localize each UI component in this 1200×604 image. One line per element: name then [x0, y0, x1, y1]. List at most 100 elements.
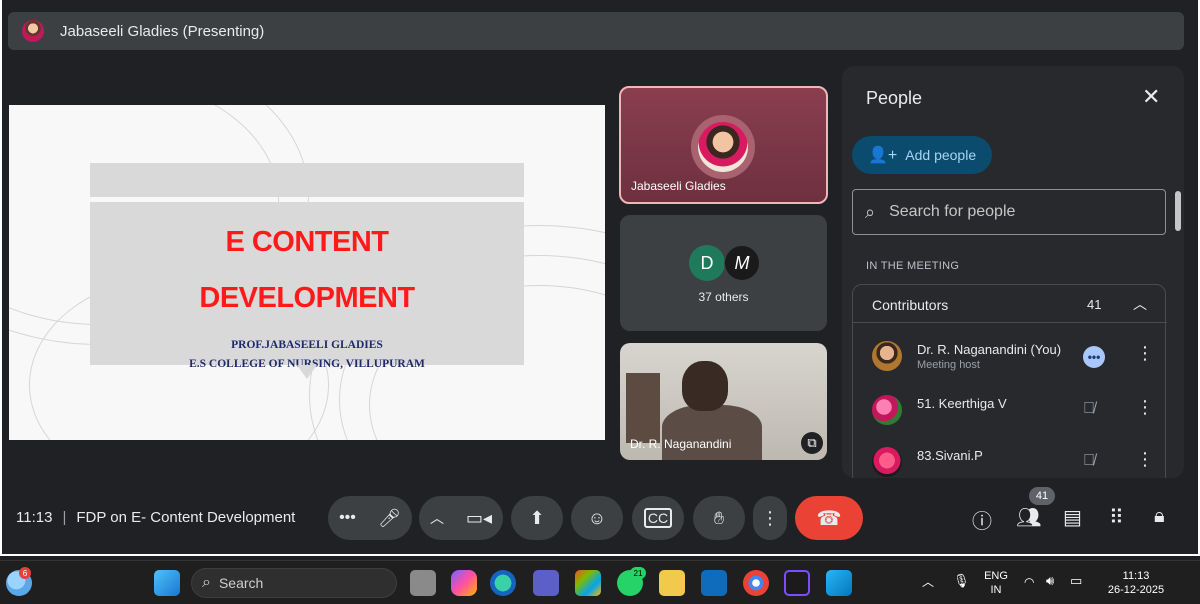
mic-off-icon: 🎙̸ — [1083, 400, 1095, 417]
outlook-icon[interactable] — [701, 570, 727, 596]
audio-control-group: ••• 🎤︎ — [328, 496, 412, 540]
self-camera-name: Dr. R. Naganandini — [630, 437, 732, 451]
chevron-up-icon[interactable]: ︿ — [1133, 294, 1147, 314]
self-camera-tile[interactable]: Dr. R. Naganandini ⧉ — [620, 343, 827, 460]
reactions-button[interactable]: ☺︎ — [571, 496, 623, 540]
language-line1: ENG — [984, 570, 1008, 582]
volume-icon[interactable]: 🔊︎ — [1046, 574, 1054, 588]
file-explorer-icon[interactable] — [659, 570, 685, 596]
camera-icon[interactable]: ▭◂ — [466, 508, 492, 529]
chat-icon[interactable]: ▤ — [1063, 505, 1082, 530]
speaking-indicator-icon: ••• — [1083, 346, 1105, 368]
more-options-icon[interactable]: ⋮ — [1136, 449, 1154, 470]
teams-icon[interactable] — [533, 570, 559, 596]
microphone-icon[interactable]: 🎤︎ — [378, 508, 401, 529]
meeting-time: 11:13 — [16, 509, 53, 526]
close-icon[interactable]: ✕ — [1142, 84, 1160, 110]
show-hidden-icons-icon[interactable]: ︿ — [922, 575, 934, 589]
shared-slide: E CONTENT DEVELOPMENT PROF.JABASEELI GLA… — [9, 105, 605, 440]
people-icon[interactable]: 👥︎ — [1016, 505, 1041, 530]
windows-taskbar: 6 ⌕ Search 21 ︿ 🎙︎ ENG IN ◠ 🔊︎ ▭ 11:13 2… — [0, 560, 1200, 604]
participant-name: 83.Sivani.P — [917, 448, 983, 463]
meeting-name: FDP on E- Content Development — [76, 509, 296, 526]
slide-subtitle-line1: PROF.JABASEELI GLADIES — [231, 339, 383, 351]
search-icon: ⌕ — [202, 574, 211, 591]
participant-avatar — [872, 341, 902, 371]
meet-window: Jabaseeli Gladies (Presenting) E CONTENT… — [0, 0, 1200, 556]
host-controls-icon[interactable]: 🔒︎ — [1154, 505, 1165, 528]
participant-row[interactable]: 51. Keerthiga V 🎙̸ ⋮ — [853, 387, 1167, 437]
meeting-details-icon[interactable]: ⓘ — [972, 505, 992, 534]
meeting-info: 11:13 | FDP on E- Content Development — [16, 509, 295, 526]
slide-header-bar — [90, 163, 524, 197]
contributors-label: Contributors — [872, 297, 949, 313]
taskbar-search-label: Search — [218, 575, 264, 591]
chrome-icon[interactable] — [743, 570, 769, 596]
people-panel: People ✕ 👤+ Add people ⌕ IN THE MEETING … — [842, 66, 1184, 478]
battery-icon[interactable]: ▭ — [1070, 574, 1082, 588]
emoji-icon: ☺︎ — [587, 507, 607, 528]
add-person-icon: 👤+ — [868, 147, 898, 164]
wifi-icon[interactable]: ◠ — [1024, 575, 1034, 589]
store-icon[interactable] — [575, 570, 601, 596]
in-meeting-label: IN THE MEETING — [866, 260, 960, 272]
contributors-group: Contributors 41 ︿ Dr. R. Naganandini (Yo… — [852, 284, 1167, 478]
people-count-badge: 41 — [1029, 487, 1055, 505]
captions-button[interactable]: CC — [632, 496, 684, 540]
presenter-banner: Jabaseeli Gladies (Presenting) — [8, 12, 1184, 50]
meeting-info-separator: | — [62, 509, 67, 526]
photos-icon[interactable] — [826, 570, 852, 596]
language-line2: IN — [990, 584, 1002, 596]
mic-off-icon: 🎙̸ — [1083, 452, 1095, 469]
others-count: 37 others — [698, 290, 749, 304]
more-vertical-icon: ⋮ — [761, 507, 779, 528]
present-screen-button[interactable]: ⬆︎ — [511, 496, 563, 540]
people-search-box[interactable]: ⌕ — [852, 189, 1166, 235]
leave-call-button[interactable]: ☎︎ — [795, 496, 863, 540]
search-icon: ⌕ — [865, 201, 876, 222]
taskbar-clock[interactable]: 11:13 26-12-2025 — [1100, 569, 1172, 597]
slide-heading-line2: DEVELOPMENT — [199, 282, 415, 314]
copilot-icon[interactable] — [451, 570, 477, 596]
camera-background-shelf — [626, 373, 660, 443]
microphone-tray-icon[interactable]: 🎙︎ — [953, 574, 970, 588]
more-options-icon[interactable]: ⋮ — [1136, 343, 1154, 364]
add-people-label: Add people — [905, 147, 977, 163]
panel-scrollbar[interactable] — [1175, 191, 1181, 231]
presenter-title: Jabaseeli Gladies (Presenting) — [60, 22, 265, 40]
more-options-button[interactable]: ⋮ — [753, 496, 787, 540]
whatsapp-badge: 21 — [630, 567, 646, 579]
slide-title-box: E CONTENT DEVELOPMENT PROF.JABASEELI GLA… — [90, 202, 524, 370]
start-icon[interactable] — [154, 570, 180, 596]
camera-person-head — [682, 361, 728, 411]
add-people-button[interactable]: 👤+ Add people — [852, 136, 992, 174]
edge-browser-icon[interactable] — [490, 570, 516, 596]
participant-avatar — [872, 395, 902, 425]
presenter-avatar — [22, 20, 44, 42]
participant-name: Dr. R. Naganandini (You) — [917, 342, 1062, 357]
weather-badge: 6 — [19, 567, 31, 579]
captions-icon: CC — [643, 508, 673, 528]
participant-row[interactable]: Dr. R. Naganandini (You) Meeting host ••… — [853, 333, 1167, 383]
language-indicator[interactable]: ENG IN — [982, 569, 1010, 597]
crop-icon[interactable]: ⧉ — [801, 432, 823, 454]
contributors-count: 41 — [1087, 297, 1102, 312]
app-w-icon[interactable] — [784, 570, 810, 596]
presenter-tile-name: Jabaseeli Gladies — [631, 179, 726, 193]
raise-hand-button[interactable]: ✋︎ — [693, 496, 745, 540]
slide-callout-tip — [297, 365, 317, 379]
video-options-chevron-icon[interactable]: ︿ — [430, 508, 444, 528]
audio-options-icon[interactable]: ••• — [339, 509, 356, 527]
participant-role: Meeting host — [917, 359, 980, 371]
others-avatar-d: D — [689, 245, 725, 281]
presenter-tile[interactable]: Jabaseeli Gladies — [619, 86, 828, 204]
participant-row[interactable]: 83.Sivani.P 🎙̸ ⋮ — [853, 439, 1167, 478]
people-search-input[interactable] — [889, 203, 1130, 221]
contributors-header[interactable]: Contributors 41 ︿ — [853, 285, 1167, 323]
end-call-icon: ☎︎ — [816, 507, 842, 530]
others-tile[interactable]: D M 37 others — [620, 215, 827, 331]
task-view-icon[interactable] — [410, 570, 436, 596]
taskbar-search[interactable]: ⌕ Search — [191, 568, 397, 598]
activities-icon[interactable]: ⠿ — [1109, 505, 1124, 530]
more-options-icon[interactable]: ⋮ — [1136, 397, 1154, 418]
